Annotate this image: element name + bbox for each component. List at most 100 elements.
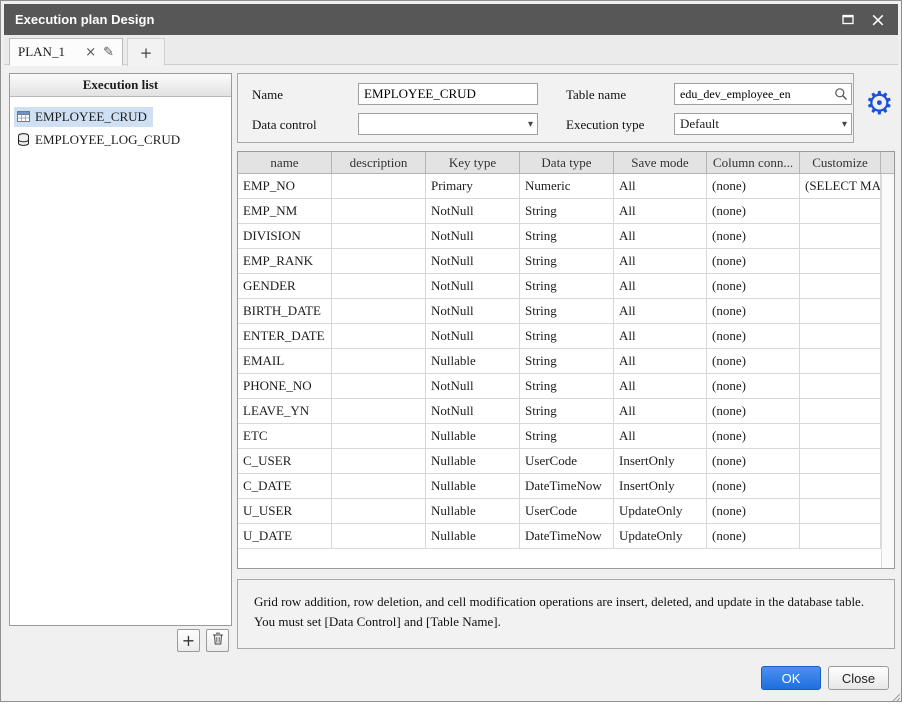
table-cell[interactable]: U_USER (238, 499, 332, 523)
table-cell[interactable]: (none) (707, 274, 800, 298)
table-row[interactable]: EMP_NOPrimaryNumericAll(none)(SELECT MAX… (238, 174, 894, 199)
table-cell[interactable]: String (520, 274, 614, 298)
table-row[interactable]: C_DATENullableDateTimeNowInsertOnly(none… (238, 474, 894, 499)
table-cell[interactable]: UserCode (520, 499, 614, 523)
table-cell[interactable]: EMP_NO (238, 174, 332, 198)
table-cell[interactable] (332, 249, 426, 273)
table-cell[interactable] (800, 274, 881, 298)
table-cell[interactable]: (none) (707, 199, 800, 223)
add-execution-button[interactable]: + (177, 629, 200, 652)
tab-close-icon[interactable]: × (85, 46, 96, 59)
table-cell[interactable]: String (520, 399, 614, 423)
table-row[interactable]: EMP_RANK NotNullStringAll(none) (238, 249, 894, 274)
table-cell[interactable] (332, 349, 426, 373)
table-cell[interactable] (332, 224, 426, 248)
table-cell[interactable] (800, 499, 881, 523)
table-cell[interactable]: GENDER (238, 274, 332, 298)
table-cell[interactable]: NotNull (426, 274, 520, 298)
table-cell[interactable]: Nullable (426, 499, 520, 523)
table-cell[interactable]: LEAVE_YN (238, 399, 332, 423)
execution-list-item-employee-crud[interactable]: EMPLOYEE_CRUD (10, 105, 231, 128)
table-cell[interactable] (800, 424, 881, 448)
table-cell[interactable] (800, 324, 881, 348)
table-cell[interactable]: C_DATE (238, 474, 332, 498)
table-row[interactable]: C_USERNullableUserCodeInsertOnly(none) (238, 449, 894, 474)
table-cell[interactable]: UpdateOnly (614, 524, 707, 548)
table-cell[interactable]: C_USER (238, 449, 332, 473)
table-cell[interactable] (332, 449, 426, 473)
table-cell[interactable]: PHONE_NO (238, 374, 332, 398)
table-cell[interactable]: Nullable (426, 474, 520, 498)
add-tab-button[interactable]: + (127, 38, 165, 66)
table-cell[interactable]: (none) (707, 449, 800, 473)
table-row[interactable]: EMP_NMNotNullStringAll(none) (238, 199, 894, 224)
table-row[interactable]: GENDER NotNullStringAll(none) (238, 274, 894, 299)
table-cell[interactable]: InsertOnly (614, 449, 707, 473)
table-cell[interactable]: NotNull (426, 224, 520, 248)
table-row[interactable]: LEAVE_YNNotNullStringAll(none) (238, 399, 894, 424)
table-cell[interactable] (800, 224, 881, 248)
table-cell[interactable] (800, 199, 881, 223)
table-cell[interactable]: (none) (707, 524, 800, 548)
table-cell[interactable]: Numeric (520, 174, 614, 198)
table-cell[interactable]: NotNull (426, 374, 520, 398)
table-cell[interactable]: String (520, 349, 614, 373)
table-cell[interactable] (332, 424, 426, 448)
table-cell[interactable]: (none) (707, 399, 800, 423)
table-cell[interactable] (800, 299, 881, 323)
table-cell[interactable]: NotNull (426, 249, 520, 273)
table-cell[interactable]: EMP_NM (238, 199, 332, 223)
table-cell[interactable]: (none) (707, 474, 800, 498)
table-row[interactable]: DIVISIONNotNullStringAll(none) (238, 224, 894, 249)
table-cell[interactable] (800, 349, 881, 373)
table-cell[interactable]: ENTER_DATE (238, 324, 332, 348)
table-cell[interactable]: UpdateOnly (614, 499, 707, 523)
table-cell[interactable]: (none) (707, 424, 800, 448)
name-input[interactable] (358, 83, 538, 105)
table-cell[interactable]: (none) (707, 249, 800, 273)
table-row[interactable]: EMAILNullableStringAll(none) (238, 349, 894, 374)
table-cell[interactable]: Nullable (426, 524, 520, 548)
table-cell[interactable]: (none) (707, 349, 800, 373)
table-cell[interactable] (332, 174, 426, 198)
table-cell[interactable]: U_DATE (238, 524, 332, 548)
table-cell[interactable]: (none) (707, 299, 800, 323)
table-cell[interactable]: (none) (707, 174, 800, 198)
table-cell[interactable] (332, 274, 426, 298)
table-cell[interactable]: String (520, 374, 614, 398)
table-cell[interactable]: NotNull (426, 324, 520, 348)
table-cell[interactable]: String (520, 424, 614, 448)
table-cell[interactable]: EMP_RANK (238, 249, 332, 273)
tab-edit-pencil-icon[interactable]: ✎ (103, 46, 114, 59)
execution-type-select[interactable]: Default ▾ (674, 113, 852, 135)
table-cell[interactable]: NotNull (426, 399, 520, 423)
execution-list-item-employee-log-crud[interactable]: EMPLOYEE_LOG_CRUD (10, 128, 231, 151)
column-header-column-conn[interactable]: Column conn... (707, 152, 800, 173)
resize-grip[interactable] (890, 690, 900, 700)
table-cell[interactable]: All (614, 249, 707, 273)
table-cell[interactable] (332, 499, 426, 523)
table-row[interactable]: BIRTH_DATENotNullStringAll(none) (238, 299, 894, 324)
table-cell[interactable]: DateTimeNow (520, 474, 614, 498)
table-cell[interactable]: String (520, 199, 614, 223)
table-cell[interactable]: All (614, 349, 707, 373)
table-cell[interactable] (332, 299, 426, 323)
table-cell[interactable]: String (520, 249, 614, 273)
table-cell[interactable]: All (614, 274, 707, 298)
table-cell[interactable]: String (520, 324, 614, 348)
table-cell[interactable] (800, 249, 881, 273)
table-cell[interactable] (800, 399, 881, 423)
table-cell[interactable]: DateTimeNow (520, 524, 614, 548)
table-cell[interactable] (332, 374, 426, 398)
delete-execution-button[interactable] (206, 629, 229, 652)
table-cell[interactable]: All (614, 324, 707, 348)
close-icon[interactable]: × (864, 4, 892, 35)
table-cell[interactable]: All (614, 424, 707, 448)
table-cell[interactable]: (none) (707, 499, 800, 523)
settings-gear-icon[interactable]: ⚙ (865, 86, 894, 120)
column-header-customize[interactable]: Customize (800, 152, 881, 173)
table-cell[interactable]: (none) (707, 374, 800, 398)
table-row[interactable]: ENTER_DATENotNullStringAll(none) (238, 324, 894, 349)
table-cell[interactable] (800, 524, 881, 548)
table-cell[interactable]: All (614, 174, 707, 198)
